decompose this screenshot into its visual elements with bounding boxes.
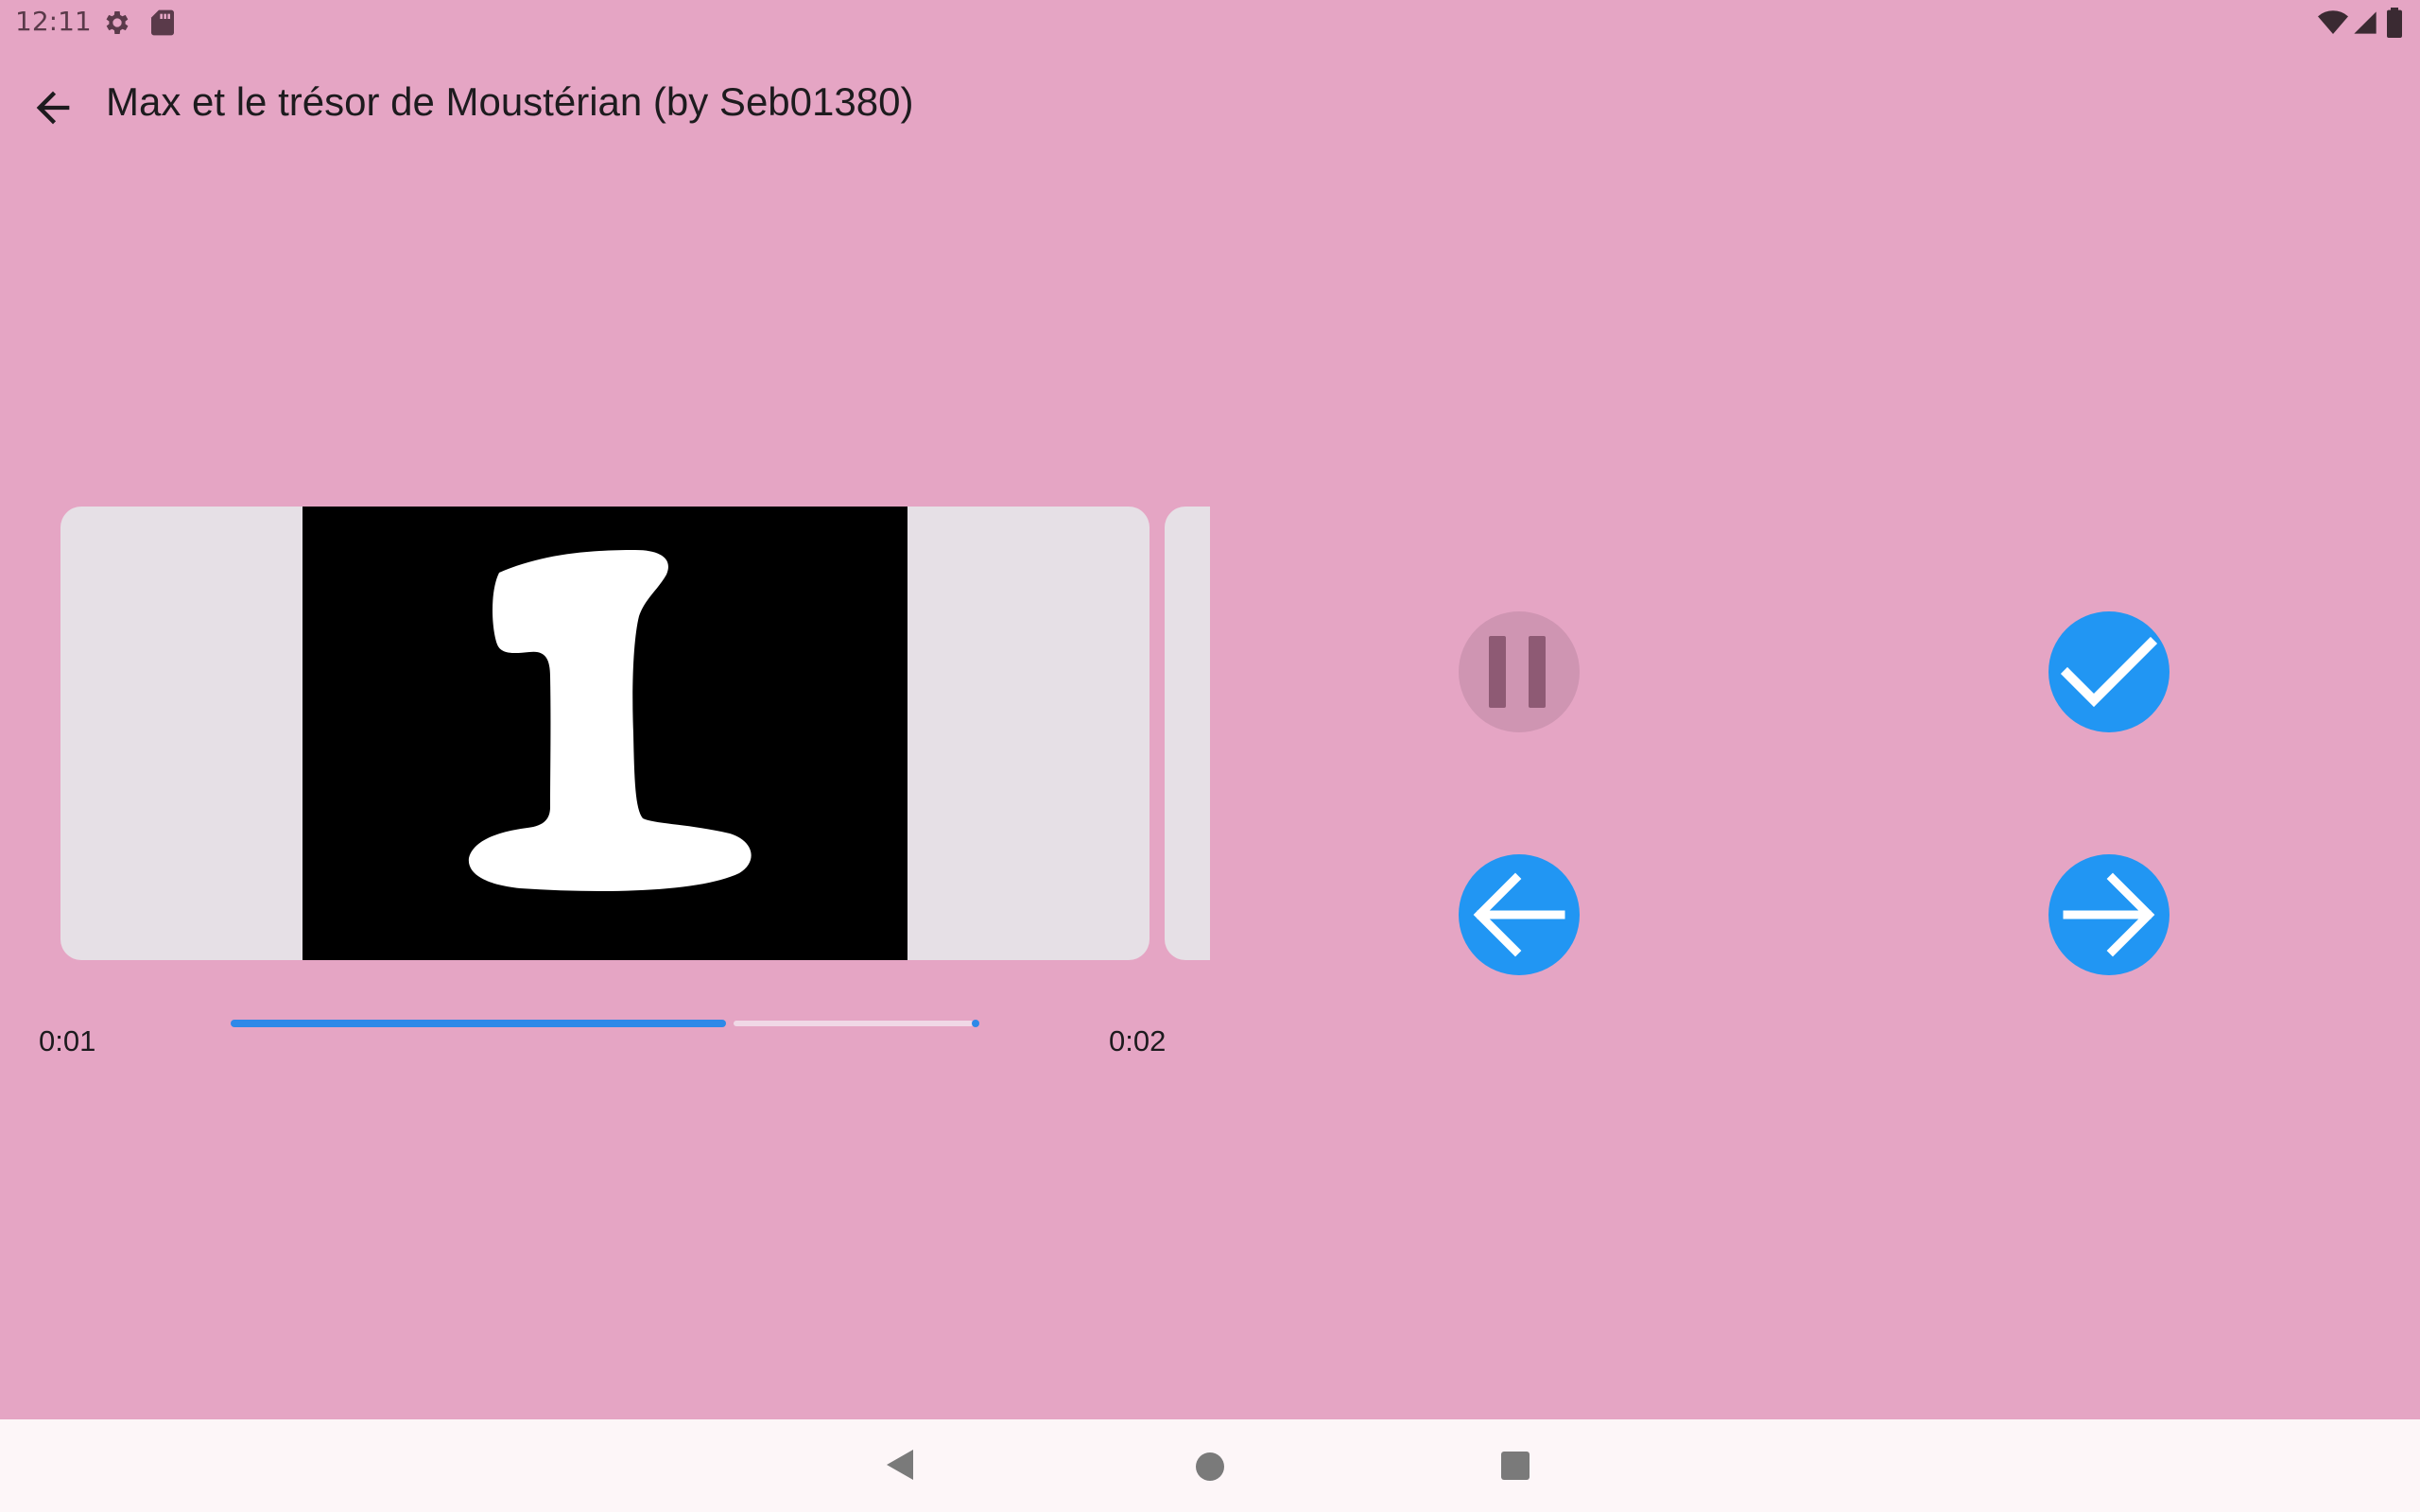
system-nav-bar <box>0 1419 2420 1512</box>
page-title: Max et le trésor de Moustérian (by Seb01… <box>106 79 914 124</box>
pause-button[interactable] <box>1459 611 1580 732</box>
elapsed-time: 0:01 <box>39 1024 96 1057</box>
previous-button[interactable] <box>1459 854 1580 975</box>
next-button[interactable] <box>2048 854 2169 975</box>
nav-back-icon[interactable] <box>885 1448 915 1486</box>
wifi-icon <box>2318 8 2348 43</box>
progress-played-bar[interactable] <box>231 1020 726 1027</box>
arrow-left-icon <box>1473 872 1565 957</box>
app-bar: Max et le trésor de Moustérian (by Seb01… <box>0 57 2420 155</box>
slide-number-glyph <box>468 550 752 891</box>
arrow-right-icon <box>2063 872 2155 957</box>
nav-home-icon[interactable] <box>1195 1452 1225 1486</box>
settings-icon <box>102 8 132 43</box>
nav-recents-icon[interactable] <box>1501 1452 1530 1485</box>
battery-icon <box>2386 8 2403 43</box>
signal-icon <box>2352 8 2378 43</box>
total-duration: 0:02 <box>1109 1024 1167 1057</box>
ok-button[interactable] <box>2048 611 2169 732</box>
pause-icon <box>1489 636 1546 708</box>
next-slide-card-peek[interactable] <box>1165 507 1210 960</box>
check-icon <box>2060 636 2158 708</box>
status-time: 12:11 <box>15 6 92 37</box>
slide-card[interactable] <box>60 507 1150 960</box>
sd-card-icon <box>149 8 176 43</box>
arrow-back-icon[interactable] <box>28 83 78 132</box>
slide-image <box>302 507 908 960</box>
progress-end-dot <box>972 1020 979 1027</box>
status-bar: 12:11 <box>0 0 2420 45</box>
progress-remaining-bar[interactable] <box>734 1021 974 1026</box>
